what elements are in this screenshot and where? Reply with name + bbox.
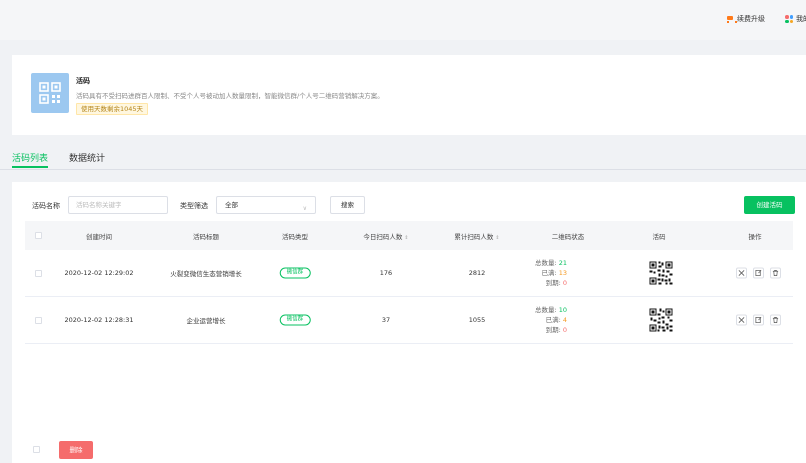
my-menu[interactable]: 我的: [785, 14, 806, 24]
name-filter-label: 活码名称: [32, 202, 60, 210]
qrcode-image[interactable]: [649, 261, 673, 285]
upgrade-link[interactable]: 续费升级: [726, 14, 765, 24]
table-header: 创建时间 活码标题 活码类型 今日扫码人数 ⇕ 累计扫码人数 ⇕ 二维码状态 活码 …: [25, 221, 793, 250]
header-type: 活码类型: [282, 233, 308, 241]
tab-code-list[interactable]: 活码列表: [12, 151, 49, 168]
name-search-input[interactable]: 活码名称关键字: [68, 196, 168, 214]
qr-status: 总数量: 21 已满: 13 到期: 0: [535, 258, 567, 288]
tools-button[interactable]: [736, 267, 747, 279]
total-count: 10: [558, 306, 568, 314]
code-title: 火裂变微信生态营销增长: [170, 270, 242, 278]
edit-button[interactable]: [753, 314, 764, 326]
row-checkbox[interactable]: [35, 270, 42, 277]
qrcode-image[interactable]: [649, 308, 673, 332]
row-actions: [736, 314, 781, 326]
top-bar: 续费升级 我的: [0, 0, 806, 40]
intro-title: 活码: [76, 77, 90, 85]
created-time: 2020-12-02 12:29:02: [64, 269, 134, 277]
full-count: 13: [558, 269, 568, 277]
sort-icon: ⇕: [404, 235, 409, 241]
row-checkbox[interactable]: [35, 317, 42, 324]
select-all-checkbox[interactable]: [35, 232, 42, 239]
code-type-tag: 微信群: [279, 267, 311, 279]
created-time: 2020-12-02 12:28:31: [64, 316, 134, 324]
cart-icon: [726, 15, 737, 23]
chevron-down-icon: ∨: [302, 205, 307, 212]
code-title: 企业运营增长: [186, 317, 226, 325]
today-scans: 176: [379, 269, 393, 277]
edit-icon: [755, 270, 762, 276]
expired-count: 0: [562, 326, 568, 334]
today-scans: 37: [381, 316, 391, 324]
total-count: 21: [558, 259, 568, 267]
total-scans: 1055: [468, 316, 486, 324]
header-today-scans-label: 今日扫码人数: [363, 233, 403, 241]
delete-row-button[interactable]: [770, 267, 781, 279]
delete-row-button[interactable]: [770, 314, 781, 326]
edit-icon: [755, 317, 762, 323]
edit-button[interactable]: [753, 267, 764, 279]
search-button[interactable]: 搜索: [330, 196, 365, 214]
tools-button[interactable]: [736, 314, 747, 326]
bulk-delete-button[interactable]: 删除: [59, 441, 93, 459]
header-total-scans[interactable]: 累计扫码人数 ⇕: [454, 231, 499, 241]
header-code: 活码: [652, 233, 666, 241]
apps-icon: [785, 15, 793, 23]
upgrade-label: 续费升级: [737, 15, 765, 23]
expired-label: 到期:: [545, 279, 561, 287]
tools-icon: [738, 270, 745, 276]
row-actions: [736, 267, 781, 279]
header-qr-status: 二维码状态: [551, 233, 585, 241]
total-label: 总数量:: [535, 306, 557, 314]
header-today-scans[interactable]: 今日扫码人数 ⇕: [363, 231, 408, 241]
full-label: 已满:: [545, 316, 561, 324]
type-select-value: 全部: [225, 201, 238, 209]
days-remaining-badge: 使用天数剩余1045天: [76, 103, 149, 115]
qr-status: 总数量: 10 已满: 4 到期: 0: [535, 305, 567, 335]
trash-icon: [772, 317, 779, 323]
type-select[interactable]: 全部 ∨: [216, 196, 316, 214]
expired-label: 到期:: [545, 326, 561, 334]
header-created-time: 创建时间: [86, 233, 112, 241]
total-label: 总数量:: [535, 259, 557, 267]
total-scans: 2812: [468, 269, 486, 277]
code-type-tag: 微信群: [279, 314, 311, 326]
intro-card: 活码 活码具有不受扫码进群百人限制、不受个人号被动加人数量限制，智能微信群/个人…: [12, 55, 806, 135]
main-content: 活码 活码具有不受扫码进群百人限制、不受个人号被动加人数量限制，智能微信群/个人…: [0, 40, 806, 463]
full-count: 4: [562, 316, 568, 324]
list-panel: 活码名称 活码名称关键字 类型筛选 全部 ∨ 搜索 创建活码 创建时间 活码标题…: [12, 182, 806, 463]
my-menu-label: 我的: [796, 15, 806, 23]
tab-statistics[interactable]: 数据统计: [69, 151, 105, 164]
table-row: 2020-12-02 12:28:31 企业运营增长 微信群 37 1055 总…: [25, 297, 793, 344]
header-actions: 操作: [748, 233, 762, 241]
full-label: 已满:: [541, 269, 557, 277]
header-title: 活码标题: [193, 233, 219, 241]
expired-count: 0: [562, 279, 568, 287]
qrcode-feature-icon: [31, 73, 69, 113]
table-row: 2020-12-02 12:29:02 火裂变微信生态营销增长 微信群 176 …: [25, 250, 793, 297]
type-filter-label: 类型筛选: [180, 202, 208, 210]
create-code-button[interactable]: 创建活码: [744, 196, 795, 214]
tools-icon: [738, 317, 745, 323]
trash-icon: [772, 270, 779, 276]
tab-bar: 活码列表 数据统计: [0, 148, 806, 170]
header-total-scans-label: 累计扫码人数: [454, 233, 494, 241]
footer-select-all-checkbox[interactable]: [33, 446, 40, 453]
intro-description: 活码具有不受扫码进群百人限制、不受个人号被动加人数量限制，智能微信群/个人号二维…: [76, 92, 384, 100]
sort-icon: ⇕: [495, 235, 500, 241]
